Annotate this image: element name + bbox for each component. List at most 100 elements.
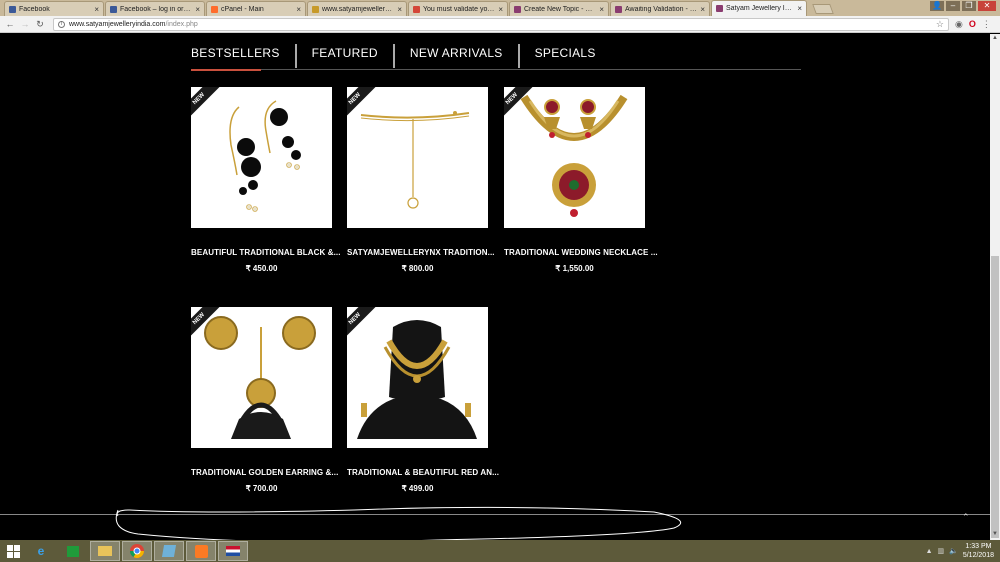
close-icon[interactable]: ×: [397, 5, 402, 14]
app-icon[interactable]: [154, 541, 184, 561]
product-card[interactable]: NEW BEAUTIFUL TRADITIONAL BLACK &... ₹ 4…: [191, 87, 340, 273]
browser-tabstrip: Facebook × Facebook – log in or sig × cP…: [0, 0, 1000, 16]
golden-earring-image: [204, 316, 316, 439]
active-tab-underline: [191, 69, 261, 71]
product-name[interactable]: TRADITIONAL & BEAUTIFUL RED AN...: [347, 468, 499, 477]
browser-tab-gmail[interactable]: You must validate your a ×: [408, 1, 508, 16]
product-image[interactable]: NEW: [347, 87, 488, 228]
product-price: ₹ 800.00: [401, 264, 434, 273]
tab-bestsellers[interactable]: BESTSELLERS: [191, 44, 295, 71]
page-scrollbar[interactable]: ▲ ▼: [990, 34, 1000, 540]
product-name[interactable]: SATYAMJEWELLERYNX TRADITION...: [347, 248, 495, 257]
menu-icon[interactable]: ⋮: [982, 19, 991, 30]
tab-title: Awaiting Validation - Pre: [625, 5, 698, 13]
product-image[interactable]: NEW: [347, 307, 488, 448]
product-card[interactable]: NEW TRADITIONAL & BEAUTIFUL RED AN... ₹ …: [347, 307, 499, 493]
red-necklace-image: [357, 320, 477, 439]
gold-chain-image: [360, 111, 470, 209]
scroll-down-icon[interactable]: ▼: [990, 531, 1000, 539]
tray-arrow-icon[interactable]: ▲: [926, 548, 933, 555]
forum-icon: [615, 5, 622, 13]
scrollbar-thumb[interactable]: [991, 256, 999, 538]
browser-tab-satyam-site[interactable]: www.satyamjewelleryind ×: [307, 1, 407, 16]
product-image[interactable]: NEW: [191, 307, 332, 448]
extension-icon[interactable]: ◉: [955, 19, 963, 30]
site-icon: [312, 5, 319, 13]
tab-new-arrivals[interactable]: NEW ARRIVALS: [392, 44, 518, 68]
product-image[interactable]: NEW: [504, 87, 645, 228]
windows-taskbar: e ▲ ▥ 🔈 1:33 PM 5/12/2018: [0, 540, 1000, 562]
tab-title: Facebook: [19, 5, 50, 13]
info-icon[interactable]: i: [58, 20, 65, 28]
xampp-icon[interactable]: [186, 541, 216, 561]
window-controls: 👤 – ❐ ✕: [930, 1, 996, 11]
reload-icon[interactable]: ↻: [34, 19, 46, 30]
product-name[interactable]: TRADITIONAL GOLDEN EARRING &...: [191, 468, 338, 477]
hand-drawn-scribble: [115, 506, 682, 543]
tab-featured[interactable]: FEATURED: [294, 44, 393, 68]
product-image[interactable]: NEW: [191, 87, 332, 228]
product-name[interactable]: TRADITIONAL WEDDING NECKLACE ...: [504, 248, 658, 257]
system-clock[interactable]: 1:33 PM 5/12/2018: [963, 542, 994, 560]
close-icon[interactable]: ×: [498, 5, 503, 14]
internet-explorer-icon[interactable]: e: [26, 541, 56, 561]
new-tab-button[interactable]: [812, 4, 834, 14]
product-name[interactable]: BEAUTIFUL TRADITIONAL BLACK &...: [191, 248, 340, 257]
url-path: /index.php: [165, 20, 198, 28]
close-icon[interactable]: ×: [296, 5, 301, 14]
forward-icon[interactable]: →: [19, 19, 31, 29]
product-price: ₹ 700.00: [245, 484, 278, 493]
tab-label: SPECIALS: [534, 46, 596, 60]
browser-tab-create-topic[interactable]: Create New Topic - Presi ×: [509, 1, 609, 16]
product-card[interactable]: NEW TRADITIONAL GOLDEN EARRING &... ₹ 70…: [191, 307, 338, 493]
facebook-icon: [9, 5, 16, 13]
product-card[interactable]: NEW SATYAMJEWELLERYNX TRADITION... ₹ 800…: [347, 87, 495, 273]
tab-specials[interactable]: SPECIALS: [517, 44, 611, 68]
address-bar[interactable]: i www.satyamjewelleryindia.com/index.php…: [53, 17, 949, 31]
browser-tab-awaiting-validation[interactable]: Awaiting Validation - Pre ×: [610, 1, 710, 16]
restore-icon[interactable]: ❐: [962, 1, 976, 11]
earring-black-image: [229, 100, 301, 212]
volume-icon[interactable]: 🔈: [949, 547, 958, 555]
store-icon[interactable]: [58, 541, 88, 561]
windows-logo-icon: [6, 544, 20, 558]
opera-icon[interactable]: O: [969, 19, 976, 29]
network-icon[interactable]: ▥: [938, 547, 945, 555]
bookmark-star-icon[interactable]: ☆: [936, 19, 944, 30]
tab-title: You must validate your a: [423, 5, 496, 13]
flag-app-icon[interactable]: [218, 541, 248, 561]
close-window-icon[interactable]: ✕: [978, 1, 996, 11]
gmail-icon: [413, 5, 420, 13]
product-price: ₹ 499.00: [401, 484, 434, 493]
product-tabs: BESTSELLERS FEATURED NEW ARRIVALS SPECIA…: [191, 44, 801, 71]
back-to-top-icon[interactable]: ⌃: [962, 512, 970, 523]
system-tray: ▲ ▥ 🔈 1:33 PM 5/12/2018: [926, 542, 994, 560]
close-icon[interactable]: ×: [195, 5, 200, 14]
product-price: ₹ 450.00: [245, 264, 278, 273]
start-button[interactable]: [0, 540, 26, 562]
chrome-logo: [130, 544, 144, 558]
minimize-icon[interactable]: –: [946, 1, 960, 11]
close-icon[interactable]: ×: [700, 5, 705, 14]
user-icon[interactable]: 👤: [930, 1, 944, 11]
back-icon[interactable]: ←: [4, 19, 16, 29]
tab-title: www.satyamjewelleryind: [322, 5, 395, 13]
browser-tab-facebook[interactable]: Facebook ×: [4, 1, 104, 16]
facebook-icon: [110, 5, 117, 13]
tab-label: BESTSELLERS: [191, 46, 280, 60]
file-explorer-icon[interactable]: [90, 541, 120, 561]
browser-tab-satyam-active[interactable]: Satyam Jewellery India ×: [711, 0, 807, 16]
wedding-necklace-image: [520, 94, 628, 217]
browser-tab-facebook-login[interactable]: Facebook – log in or sig ×: [105, 1, 205, 16]
browser-tab-cpanel[interactable]: cPanel - Main ×: [206, 1, 306, 16]
url-host: www.satyamjewelleryindia.com: [69, 20, 166, 28]
close-icon[interactable]: ×: [94, 5, 99, 14]
browser-toolbar: ← → ↻ i www.satyamjewelleryindia.com/ind…: [0, 16, 1000, 33]
tab-title: Create New Topic - Presi: [524, 5, 597, 13]
cpanel-icon: [211, 5, 218, 13]
scroll-up-icon[interactable]: ▲: [990, 35, 1000, 43]
close-icon[interactable]: ×: [599, 5, 604, 14]
chrome-icon[interactable]: [122, 541, 152, 561]
product-card[interactable]: NEW TRADITIONAL WEDDING NECKLACE ... ₹ 1…: [504, 87, 658, 273]
close-icon[interactable]: ×: [797, 4, 802, 13]
